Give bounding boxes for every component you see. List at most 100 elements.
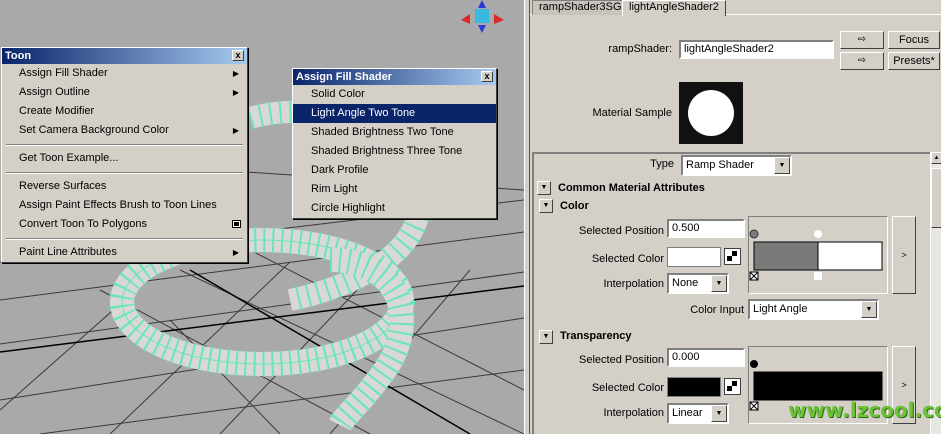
transparency-selected-color-label: Selected Color bbox=[591, 382, 664, 394]
option-box-icon[interactable] bbox=[232, 220, 241, 228]
input-connections-button[interactable]: ⇨ bbox=[840, 31, 884, 49]
menu-item-circle-highlight[interactable]: Circle Highlight bbox=[293, 199, 496, 218]
color-selected-color-label: Selected Color bbox=[591, 253, 664, 265]
transparency-interpolation-dropdown[interactable]: Linear ▼ bbox=[667, 403, 729, 424]
color-input-value: Light Angle bbox=[753, 303, 808, 315]
submenu-arrow-icon: ▶ bbox=[232, 88, 239, 97]
menu-item-label: Assign Paint Effects Brush to Toon Lines bbox=[19, 199, 217, 211]
menu-item-label: Assign Outline bbox=[19, 86, 90, 98]
attribute-editor: rampShader3SG lightAngleShader2 rampShad… bbox=[530, 0, 941, 434]
submenu-arrow-icon: ▶ bbox=[232, 248, 239, 257]
menu-item-label: Set Camera Background Color bbox=[19, 124, 169, 136]
editor-tabs: rampShader3SG lightAngleShader2 bbox=[530, 0, 941, 16]
fill-menu-title-text: Assign Fill Shader bbox=[296, 71, 392, 83]
menu-item-solid-color[interactable]: Solid Color bbox=[293, 85, 496, 104]
watermark-text: www.lzcool.com bbox=[788, 398, 941, 422]
menu-item-paint-line-attributes[interactable]: Paint Line Attributes ▶ bbox=[2, 243, 247, 262]
fill-menu-title[interactable]: Assign Fill Shader x bbox=[293, 69, 496, 85]
type-dropdown[interactable]: Ramp Shader ▼ bbox=[681, 155, 792, 176]
view-cube-gizmo[interactable] bbox=[458, 0, 508, 34]
material-sample-swatch[interactable] bbox=[679, 82, 743, 144]
color-input-dropdown[interactable]: Light Angle ▼ bbox=[748, 299, 879, 320]
menu-item-label: Get Toon Example... bbox=[19, 152, 119, 164]
menu-item-light-angle-two-tone[interactable]: Light Angle Two Tone bbox=[293, 104, 496, 123]
menu-item-rim-light[interactable]: Rim Light bbox=[293, 180, 496, 199]
toon-menu: Toon x Assign Fill Shader ▶ Assign Outli… bbox=[1, 47, 248, 263]
scroll-up-arrow-icon[interactable]: ▲ bbox=[931, 152, 941, 164]
menu-item-label: Convert Toon To Polygons bbox=[19, 218, 148, 230]
checker-map-icon[interactable] bbox=[724, 378, 741, 395]
checker-icon-graphic bbox=[727, 381, 737, 391]
chevron-down-icon: ▼ bbox=[711, 405, 727, 422]
checker-icon-graphic bbox=[727, 251, 737, 261]
menu-item-shaded-brightness-three-tone[interactable]: Shaded Brightness Three Tone bbox=[293, 142, 496, 161]
menu-item-convert-toon-to-polygons[interactable]: Convert Toon To Polygons bbox=[2, 215, 247, 234]
transparency-interpolation-label: Interpolation bbox=[603, 407, 664, 419]
type-label: Type bbox=[650, 158, 674, 170]
menu-separator bbox=[2, 234, 247, 243]
shader-name-input[interactable]: lightAngleShader2 bbox=[679, 40, 834, 59]
material-sample-label: Material Sample bbox=[592, 107, 672, 119]
color-selected-color-swatch[interactable] bbox=[667, 247, 721, 267]
menu-item-dark-profile[interactable]: Dark Profile bbox=[293, 161, 496, 180]
output-connections-button[interactable]: ⇨ bbox=[840, 52, 884, 70]
menu-item-label: Reverse Surfaces bbox=[19, 180, 107, 192]
viewport-3d[interactable]: Toon x Assign Fill Shader ▶ Assign Outli… bbox=[0, 0, 524, 434]
editor-scrollbar[interactable]: ▲ bbox=[930, 152, 941, 434]
checker-map-icon[interactable] bbox=[724, 248, 741, 265]
menu-separator bbox=[2, 168, 247, 177]
type-dropdown-value: Ramp Shader bbox=[686, 159, 754, 171]
transparency-selected-color-swatch[interactable] bbox=[667, 377, 721, 397]
toon-menu-title[interactable]: Toon x bbox=[2, 48, 247, 64]
menu-item-assign-fill-shader[interactable]: Assign Fill Shader ▶ bbox=[2, 64, 247, 83]
arrow-out-icon: ⇨ bbox=[857, 55, 867, 66]
menu-item-set-camera-background[interactable]: Set Camera Background Color ▶ bbox=[2, 121, 247, 140]
menu-item-get-toon-example[interactable]: Get Toon Example... bbox=[2, 149, 247, 168]
arrow-in-icon: ⇨ bbox=[857, 34, 867, 45]
collapse-color-icon[interactable]: ▼ bbox=[539, 199, 553, 213]
presets-button[interactable]: Presets* bbox=[888, 52, 940, 70]
menu-item-label: Paint Line Attributes bbox=[19, 246, 117, 258]
collapse-common-icon[interactable]: ▼ bbox=[537, 181, 551, 195]
menu-item-label: Create Modifier bbox=[19, 105, 95, 117]
menu-item-assign-outline[interactable]: Assign Outline ▶ bbox=[2, 83, 247, 102]
section-common-material[interactable]: Common Material Attributes bbox=[558, 180, 705, 196]
menu-item-label: Assign Fill Shader bbox=[19, 67, 108, 79]
color-input-label: Color Input bbox=[690, 304, 744, 316]
menu-separator bbox=[2, 140, 247, 149]
color-ramp-widget[interactable] bbox=[749, 217, 887, 293]
close-icon[interactable]: x bbox=[232, 50, 244, 61]
chevron-down-icon: ▼ bbox=[774, 157, 790, 174]
grid-axis-line bbox=[0, 285, 524, 353]
chevron-down-icon: ▼ bbox=[861, 301, 877, 318]
section-transparency[interactable]: Transparency bbox=[560, 328, 632, 344]
submenu-arrow-icon: ▶ bbox=[232, 69, 239, 78]
toon-menu-title-text: Toon bbox=[5, 50, 32, 62]
transparency-selected-position-input[interactable]: 0.000 bbox=[667, 348, 745, 367]
color-interpolation-dropdown[interactable]: None ▼ bbox=[667, 273, 729, 294]
transparency-selected-position-label: Selected Position bbox=[579, 354, 664, 366]
transparency-interpolation-value: Linear bbox=[672, 407, 703, 419]
close-icon[interactable]: x bbox=[481, 71, 493, 82]
color-interpolation-value: None bbox=[672, 277, 699, 289]
shader-name-label: rampShader: bbox=[608, 43, 672, 55]
menu-item-reverse-surfaces[interactable]: Reverse Surfaces bbox=[2, 177, 247, 196]
attributes-scroll-area: Type Ramp Shader ▼ ▼ Common Material Att… bbox=[532, 152, 930, 434]
assign-fill-shader-menu: Assign Fill Shader x Solid Color Light A… bbox=[292, 68, 497, 219]
chevron-down-icon: ▼ bbox=[711, 275, 727, 292]
menu-item-shaded-brightness-two-tone[interactable]: Shaded Brightness Two Tone bbox=[293, 123, 496, 142]
menu-item-assign-paint-effects[interactable]: Assign Paint Effects Brush to Toon Lines bbox=[2, 196, 247, 215]
tab-rampshader3sg[interactable]: rampShader3SG bbox=[532, 0, 629, 15]
menu-item-create-modifier[interactable]: Create Modifier bbox=[2, 102, 247, 121]
focus-button[interactable]: Focus bbox=[888, 31, 940, 49]
color-selected-position-input[interactable]: 0.500 bbox=[667, 219, 745, 238]
color-selected-position-label: Selected Position bbox=[579, 225, 664, 237]
expand-ramp-button[interactable]: > bbox=[892, 216, 916, 294]
color-interpolation-label: Interpolation bbox=[603, 278, 664, 290]
section-color[interactable]: Color bbox=[560, 198, 589, 214]
collapse-transparency-icon[interactable]: ▼ bbox=[539, 330, 553, 344]
submenu-arrow-icon: ▶ bbox=[232, 126, 239, 135]
scrollbar-thumb[interactable] bbox=[931, 168, 941, 228]
color-ramp-frame bbox=[748, 216, 888, 294]
tab-lightangleshader2[interactable]: lightAngleShader2 bbox=[622, 0, 726, 16]
